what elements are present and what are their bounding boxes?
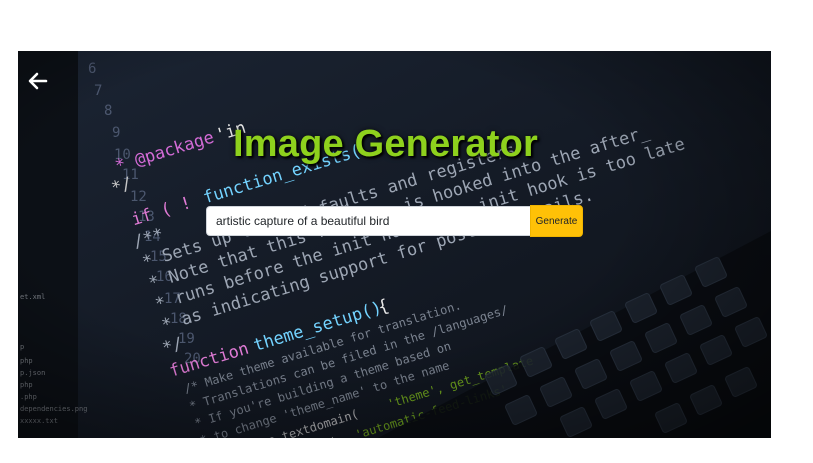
prompt-input[interactable] [206,206,531,236]
hero-banner: et.xml p php p.json php .php dependencie… [18,51,771,438]
back-button[interactable] [26,69,50,93]
arrow-left-icon [28,72,48,90]
code-laptop-background-image: et.xml p php p.json php .php dependencie… [18,51,771,438]
page-title: Image Generator [233,123,538,165]
generate-button[interactable]: Generate [530,205,583,237]
